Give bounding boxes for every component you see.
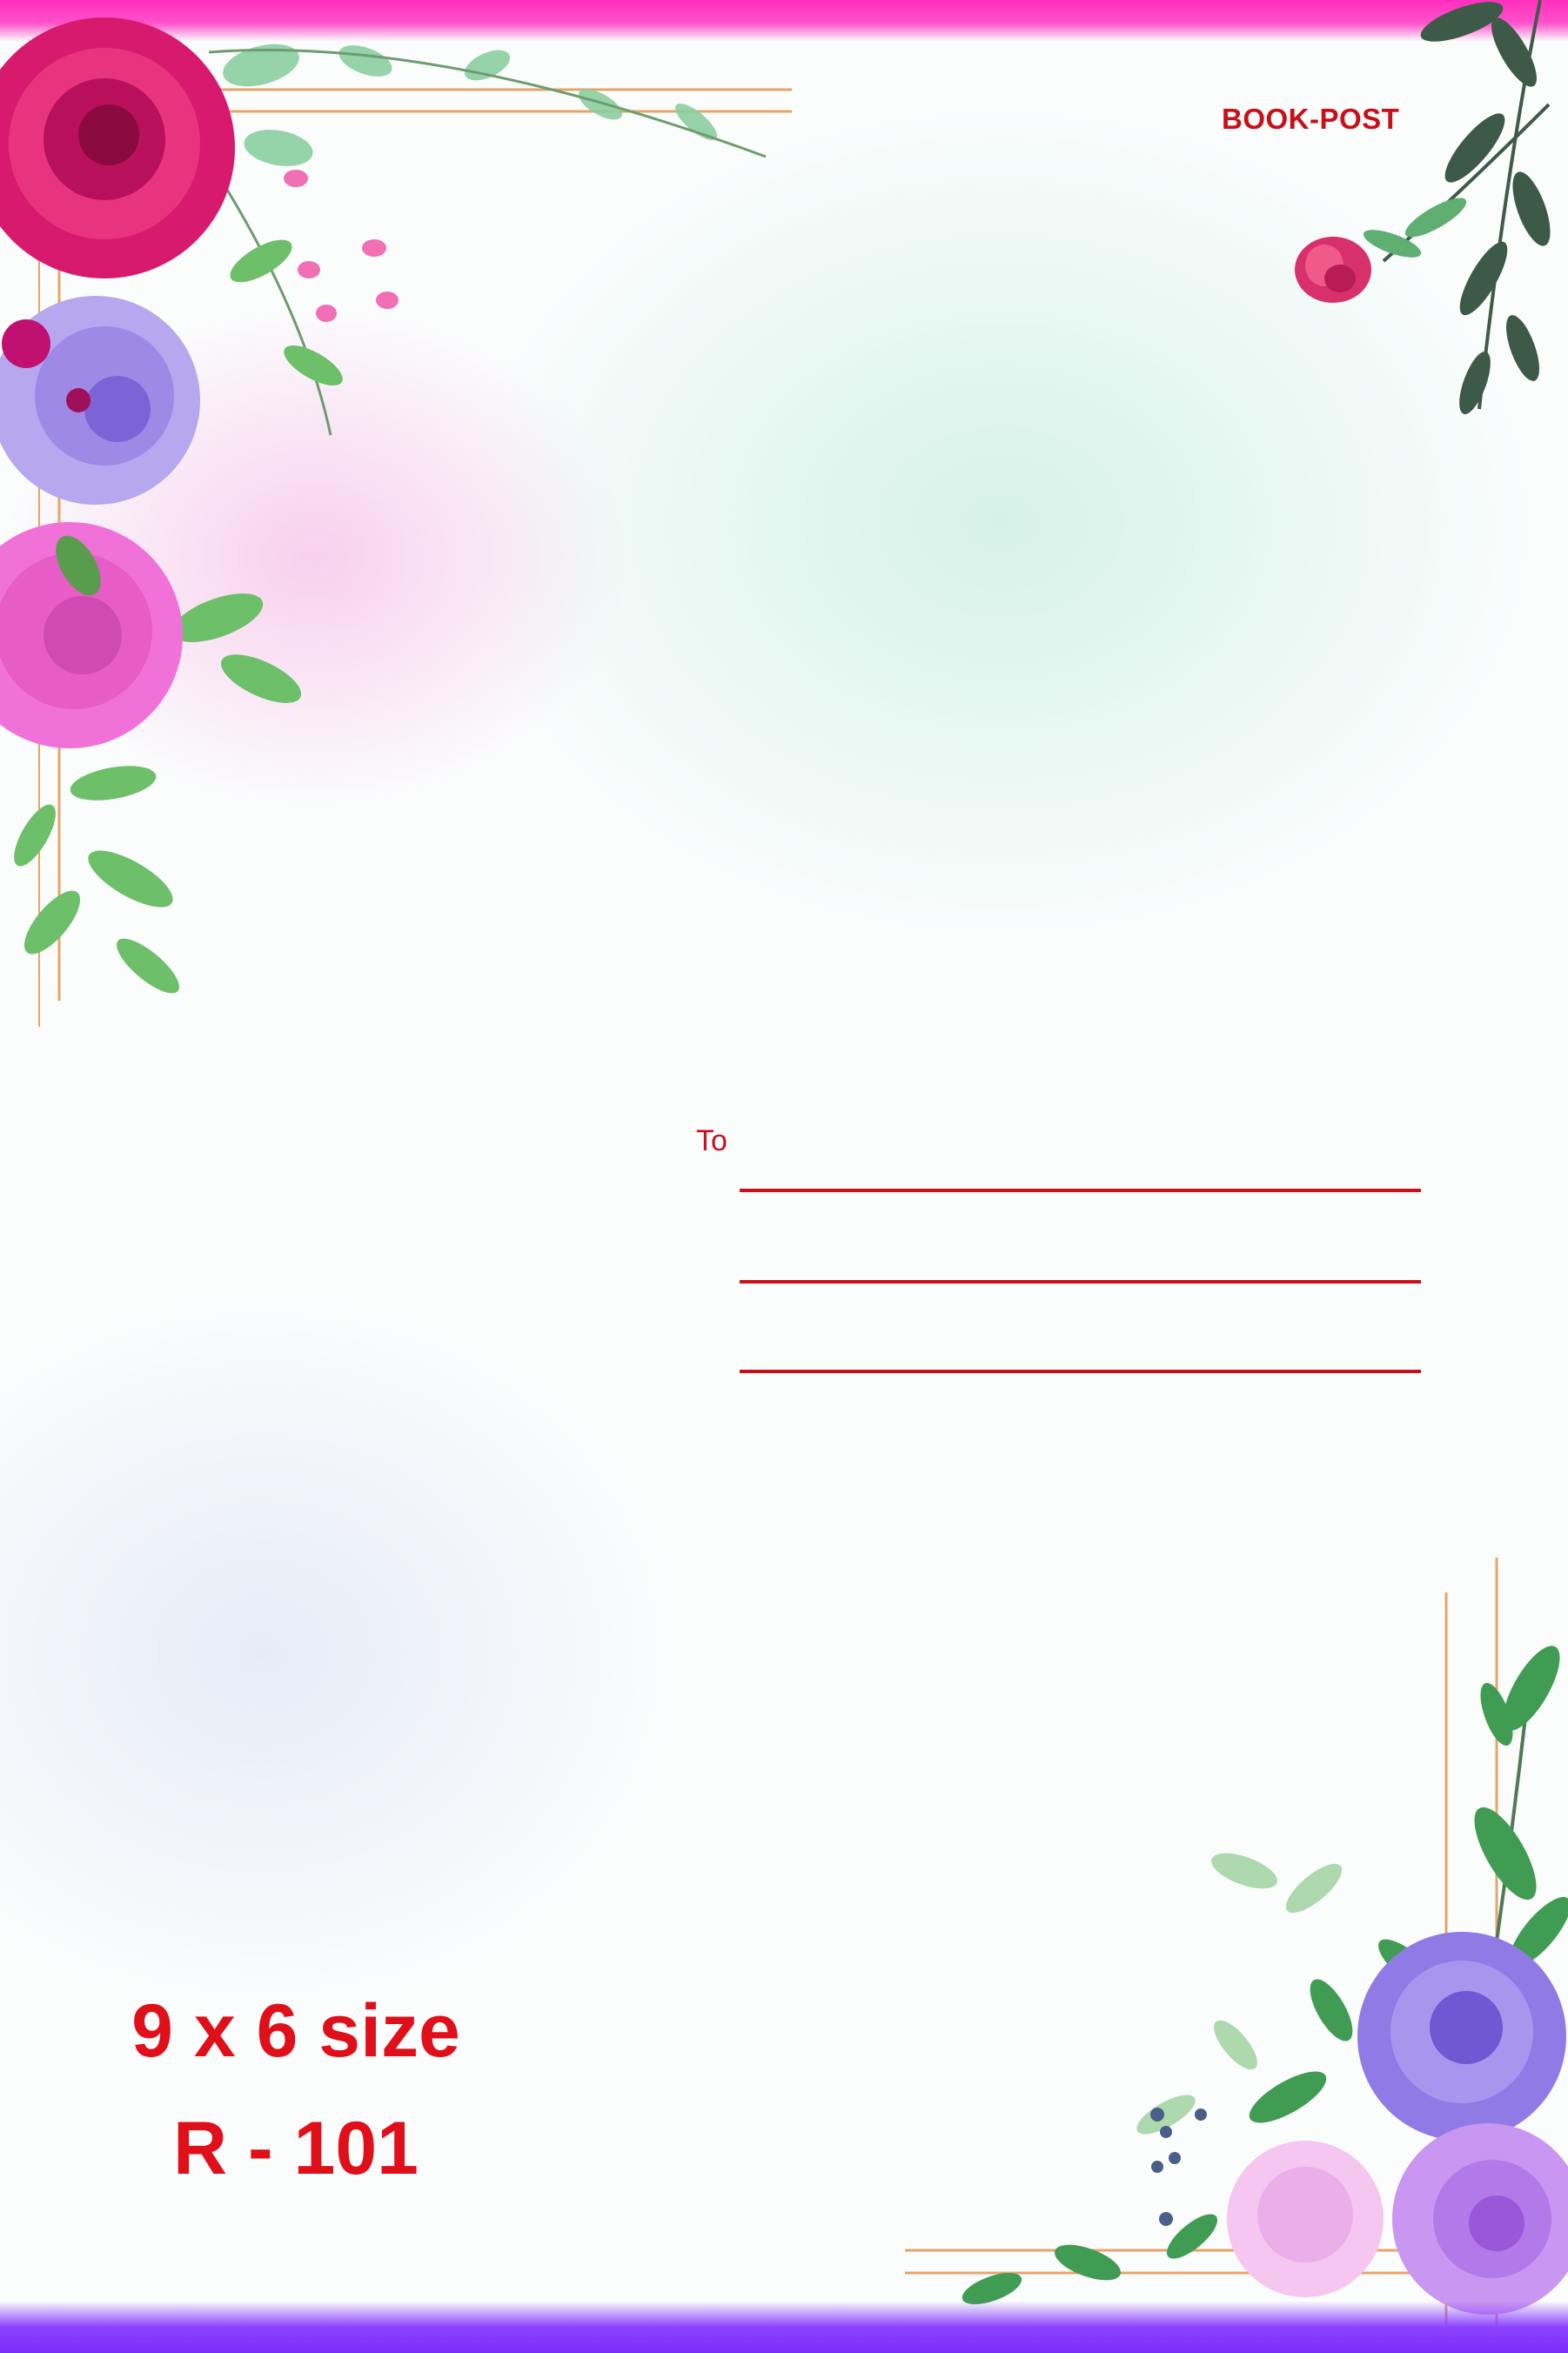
address-line-3[interactable] bbox=[740, 1370, 1421, 1373]
product-code: R - 101 bbox=[172, 2107, 419, 2190]
bottom-right-flowers-decoration bbox=[905, 1558, 1568, 2341]
to-label: To bbox=[696, 1124, 727, 1157]
address-line-2[interactable] bbox=[740, 1280, 1421, 1284]
size-label: 9 x 6 size bbox=[131, 1989, 460, 2073]
envelope-page: BOOK-POST To 9 x 6 size R - 101 bbox=[0, 0, 1568, 2353]
book-post-label: BOOK-POST bbox=[1222, 103, 1400, 135]
bottom-color-band bbox=[0, 2301, 1568, 2353]
address-line-1[interactable] bbox=[740, 1189, 1421, 1192]
top-left-flowers-decoration bbox=[0, 17, 792, 1027]
top-right-foliage-decoration bbox=[1295, 0, 1551, 414]
